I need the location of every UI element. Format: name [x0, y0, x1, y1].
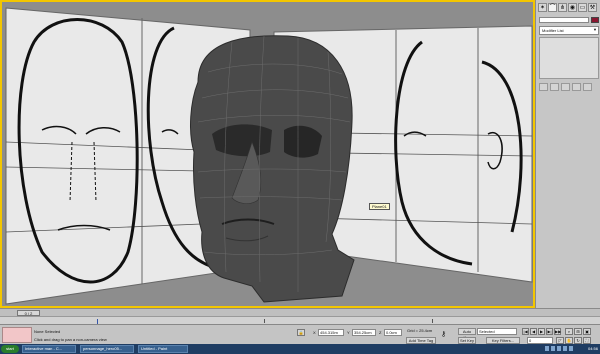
goto-start-icon[interactable]: |◀: [522, 328, 529, 335]
next-frame-icon[interactable]: ▶|: [546, 328, 553, 335]
x-coordinate-field[interactable]: 454.315m: [318, 329, 344, 336]
tray-icon[interactable]: [551, 346, 555, 351]
pan-icon[interactable]: ✋: [565, 337, 573, 344]
zoom-all-icon[interactable]: ⊞: [574, 328, 582, 335]
modifier-list-dropdown[interactable]: Modifier List ▼: [539, 26, 599, 35]
orbit-icon[interactable]: ↻: [574, 337, 582, 344]
head-mesh: [190, 35, 355, 303]
taskbar-item[interactable]: Untitled - Paint: [138, 345, 188, 353]
object-name-tag: Plane01: [369, 203, 390, 210]
object-name-field[interactable]: [539, 17, 589, 23]
y-label: Y: [347, 330, 350, 335]
track-bar[interactable]: [0, 316, 600, 324]
command-panel: ✶ ⌒ ⋔ ◉ ▭ ⚒ Modifier List ▼: [535, 0, 600, 308]
make-unique-icon[interactable]: [561, 83, 570, 91]
selection-status: None Selected: [34, 329, 61, 334]
previous-frame-icon[interactable]: ◀: [530, 328, 537, 335]
z-coordinate-field[interactable]: 0.0cm: [384, 329, 402, 336]
remove-modifier-icon[interactable]: [572, 83, 581, 91]
time-slider[interactable]: 0 / 2: [0, 308, 600, 316]
modifier-stack[interactable]: [539, 37, 599, 79]
track-tick: [432, 319, 433, 323]
configure-sets-icon[interactable]: [583, 83, 592, 91]
set-key-button[interactable]: Set Key: [458, 337, 476, 344]
hierarchy-tab-icon[interactable]: ⋔: [558, 3, 567, 12]
maxscript-listener[interactable]: [2, 327, 32, 343]
motion-tab-icon[interactable]: ◉: [568, 3, 577, 12]
current-frame-field[interactable]: 0: [527, 337, 553, 344]
status-bar: None Selected Click and drag to pan a no…: [0, 324, 600, 344]
auto-key-button[interactable]: Auto Key: [458, 328, 476, 340]
display-tab-icon[interactable]: ▭: [578, 3, 587, 12]
start-button[interactable]: start: [1, 345, 19, 353]
modifier-list-label: Modifier List: [542, 28, 564, 33]
goto-end-icon[interactable]: ▶▶: [554, 328, 561, 335]
lock-selection-icon[interactable]: 🔒: [297, 329, 305, 336]
command-panel-tabs: ✶ ⌒ ⋔ ◉ ▭ ⚒: [536, 0, 600, 15]
viewport-scene: [5, 7, 533, 305]
key-icon[interactable]: ⚷: [441, 330, 446, 338]
grid-size: Grid = 25.4cm: [407, 328, 433, 333]
z-label: Z: [379, 330, 382, 335]
chevron-down-icon: ▼: [593, 27, 597, 32]
show-end-result-icon[interactable]: [550, 83, 559, 91]
y-coordinate-field[interactable]: 354.25cm: [352, 329, 376, 336]
key-filters-button[interactable]: Key Filters...: [486, 337, 520, 344]
3dsmax-window: Plane01 ✶ ⌒ ⋔ ◉ ▭ ⚒ Modifier List ▼ 0 / …: [0, 0, 600, 354]
taskbar-item[interactable]: personnage_hero05...: [80, 345, 134, 353]
taskbar-item[interactable]: Interactive man - C...: [22, 345, 76, 353]
stack-toolbar: [539, 83, 599, 92]
play-icon[interactable]: ▶: [538, 328, 545, 335]
system-tray: [545, 346, 581, 352]
tray-icon[interactable]: [569, 346, 573, 351]
maximize-viewport-icon[interactable]: ⛶: [583, 337, 591, 344]
tray-icon[interactable]: [557, 346, 561, 351]
windows-taskbar: start Interactive man - C... personnage_…: [0, 344, 600, 354]
x-label: X: [313, 330, 316, 335]
add-time-tag-button[interactable]: Add Time Tag: [406, 337, 436, 344]
create-tab-icon[interactable]: ✶: [538, 3, 547, 12]
clock: 04:56: [587, 346, 598, 351]
zoom-extents-icon[interactable]: ▣: [583, 328, 591, 335]
prompt-line: Click and drag to pan a non-camera view: [34, 337, 107, 342]
perspective-viewport[interactable]: Plane01: [0, 0, 535, 308]
utilities-tab-icon[interactable]: ⚒: [588, 3, 597, 12]
pin-stack-icon[interactable]: [539, 83, 548, 91]
field-of-view-icon[interactable]: ◸: [556, 337, 564, 344]
key-mode-dropdown[interactable]: Selected: [477, 328, 517, 335]
object-color-swatch[interactable]: [591, 17, 599, 23]
tray-icon[interactable]: [545, 346, 549, 351]
tray-icon[interactable]: [563, 346, 567, 351]
track-tick: [264, 319, 265, 323]
zoom-icon[interactable]: ⌕: [565, 328, 573, 335]
modify-tab-icon[interactable]: ⌒: [548, 3, 557, 12]
